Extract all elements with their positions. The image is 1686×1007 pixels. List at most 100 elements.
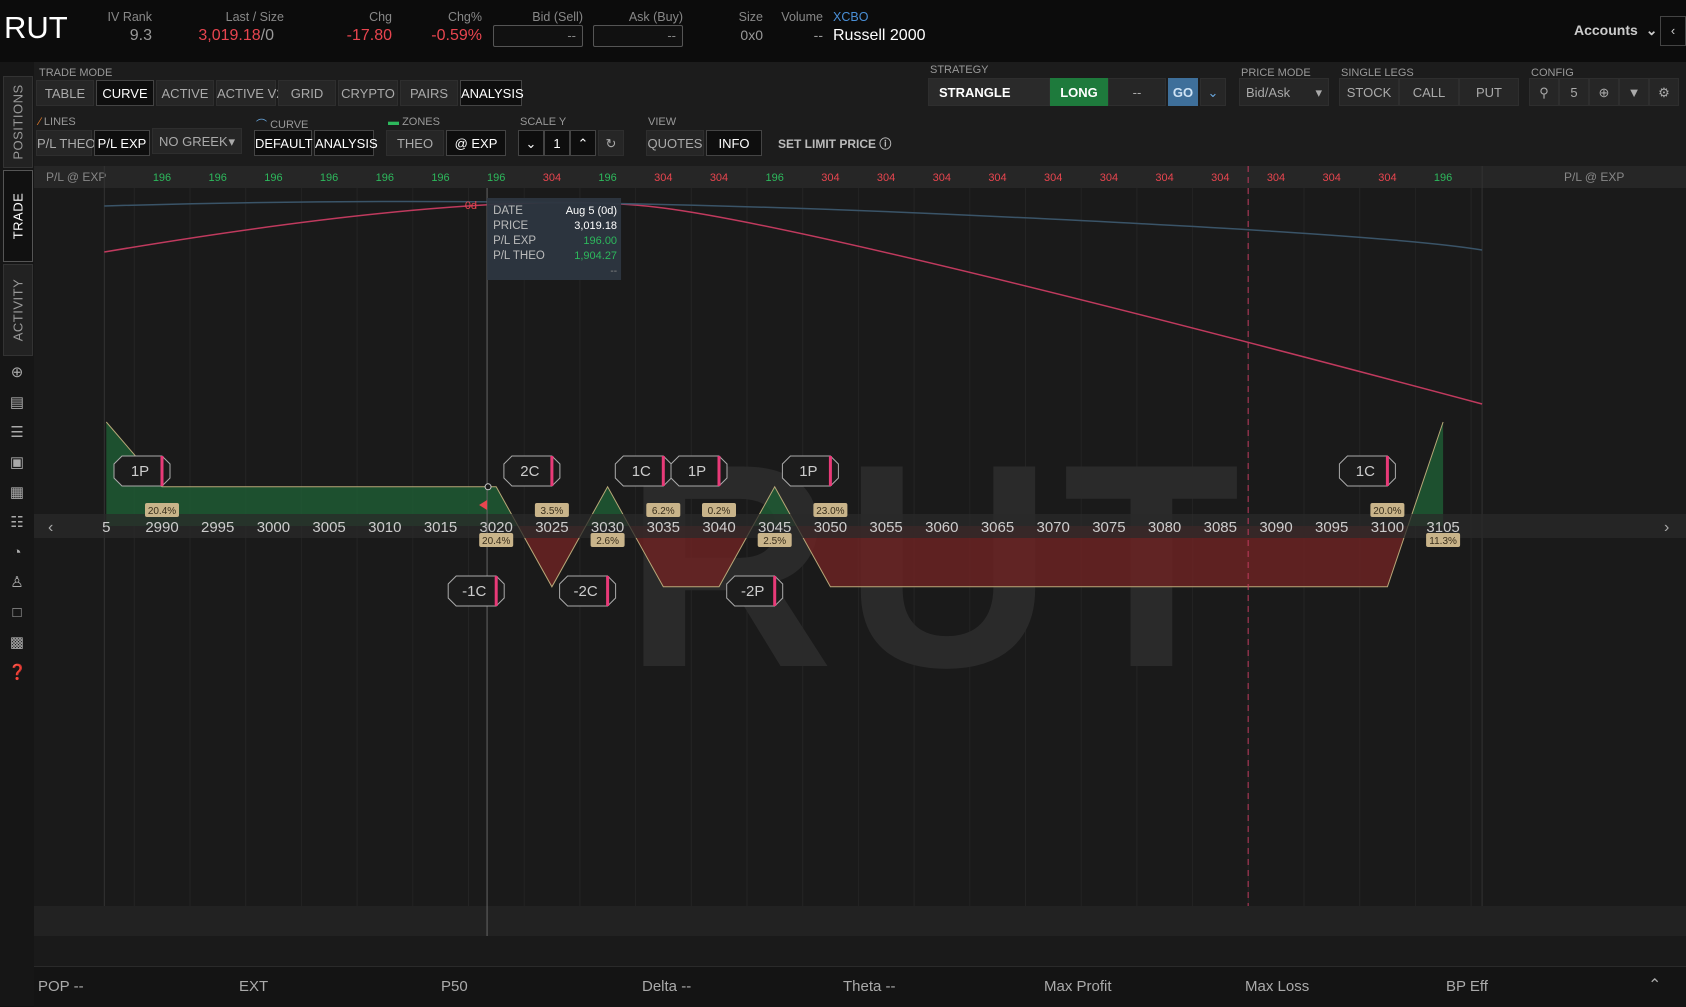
chart-canvas[interactable]: P/L @ EXPP/L @ EXPRUT1961961961961961961…	[34, 166, 1686, 966]
toolbar: TRADE MODE TABLE CURVE ACTIVE ACTIVE V2 …	[34, 62, 1686, 166]
tab-crypto[interactable]: CRYPTO	[338, 80, 398, 106]
tooltip-key: P/L THEO	[493, 250, 545, 262]
gear-icon[interactable]: ⚙	[1649, 78, 1679, 106]
view-info-button[interactable]: INFO	[706, 130, 762, 156]
pl-row-value: 304	[877, 172, 895, 184]
curve-analysis-button[interactable]: ANALYSIS	[314, 130, 378, 156]
strategy-select[interactable]: STRANGLE	[928, 78, 1050, 106]
trade-mode-label: TRADE MODE	[39, 67, 113, 79]
ask-input[interactable]: --	[593, 25, 683, 47]
pl-exp-button[interactable]: P/L EXP	[94, 130, 150, 156]
pl-curve-chart[interactable]: P/L @ EXPP/L @ EXPRUT1961961961961961961…	[34, 166, 1686, 966]
news-icon[interactable]: ▩	[8, 634, 26, 652]
people-icon[interactable]: ♙	[8, 574, 26, 592]
scale-down-icon[interactable]: ⌄	[518, 130, 544, 156]
symbol[interactable]: RUT	[4, 10, 68, 46]
gauge-icon[interactable]: ◔	[8, 544, 26, 562]
tab-active-v2[interactable]: ACTIVE V2	[216, 80, 283, 106]
probability-value: 11.3%	[1429, 536, 1457, 547]
calendar-icon[interactable]: □	[8, 604, 26, 622]
tv-icon[interactable]: ▣	[8, 454, 26, 472]
tab-curve[interactable]: CURVE	[96, 80, 154, 106]
instrument-name: Russell 2000	[833, 27, 926, 44]
pop-label: POP	[38, 978, 70, 995]
tab-grid[interactable]: GRID	[278, 80, 336, 106]
price-mode-value: Bid/Ask	[1246, 85, 1291, 100]
max-profit-label: Max Profit	[1044, 978, 1112, 995]
pl-row-value: 304	[1211, 172, 1229, 184]
stock-button[interactable]: STOCK	[1339, 78, 1399, 106]
delta-stat: Delta --	[642, 978, 691, 995]
collapse-icon[interactable]: ‹	[1660, 16, 1686, 46]
probability-value: 20.0%	[1373, 506, 1401, 517]
zoom-in-icon[interactable]: ⊕	[1589, 78, 1619, 106]
tab-activity[interactable]: ACTIVITY	[3, 264, 33, 356]
accounts-button[interactable]: Accounts ⌄	[1574, 22, 1657, 39]
last-size-value: 3,019.18/0	[170, 27, 274, 45]
accounts-label: Accounts	[1574, 22, 1638, 38]
go-button[interactable]: GO	[1168, 78, 1198, 106]
pl-row-value: 304	[654, 172, 672, 184]
ask-label: Ask (Buy)	[628, 10, 683, 24]
left-sidebar: POSITIONS TRADE ACTIVITY ⊕ ▤ ☰ ▣ ▦ ☷ ◔ ♙…	[0, 62, 35, 1006]
tab-trade[interactable]: TRADE	[3, 170, 33, 262]
caret-down-icon: ▾	[1315, 85, 1322, 100]
x-tick-label: 3095	[1315, 519, 1348, 536]
chart-icon[interactable]: ▤	[8, 394, 26, 412]
tab-positions[interactable]: POSITIONS	[3, 76, 33, 168]
zoom-out-icon[interactable]: ⚲	[1529, 78, 1559, 106]
curve-default-button[interactable]: DEFAULT	[254, 130, 313, 156]
crosshair-icon[interactable]: ⊕	[8, 364, 26, 382]
tab-active[interactable]: ACTIVE	[156, 80, 214, 106]
x-tick-label: 3035	[647, 519, 680, 536]
filter-icon[interactable]: ▼	[1619, 78, 1649, 106]
quantity-field[interactable]: --	[1108, 78, 1166, 106]
pl-theo-button[interactable]: P/L THEO	[36, 130, 96, 156]
view-label: VIEW	[648, 116, 677, 128]
price-mode-select[interactable]: Bid/Ask ▾	[1239, 78, 1329, 106]
zone-exp-button[interactable]: @ EXP	[446, 130, 506, 156]
probability-value: 23.0%	[816, 506, 844, 517]
scale-up-icon[interactable]: ⌃	[570, 130, 596, 156]
tab-table[interactable]: TABLE	[36, 80, 94, 106]
size-value: 0x0	[740, 27, 763, 43]
long-button[interactable]: LONG	[1050, 78, 1108, 106]
size-label: Size	[738, 10, 763, 24]
p50-stat: P50	[441, 978, 468, 995]
call-button[interactable]: CALL	[1399, 78, 1459, 106]
probability-value: 6.2%	[652, 506, 675, 517]
strategy-dropdown-icon[interactable]: ⌄	[1200, 78, 1226, 106]
expand-up-icon[interactable]: ⌃	[1648, 975, 1661, 995]
leg-label: 1C	[1356, 463, 1375, 480]
last-price: 3,019.18	[198, 27, 261, 44]
set-limit-price-button[interactable]: SET LIMIT PRICE ⓘ	[778, 135, 891, 152]
tab-analysis[interactable]: ANALYSIS	[460, 80, 524, 106]
zones-icon: ▬	[388, 116, 399, 128]
view-quotes-button[interactable]: QUOTES	[646, 130, 704, 156]
calendar-grid-icon[interactable]: ▦	[8, 484, 26, 502]
bid-input[interactable]: --	[493, 25, 583, 47]
tab-pairs[interactable]: PAIRS	[400, 80, 458, 106]
x-tick-label: 3075	[1092, 519, 1125, 536]
pl-row-value: 304	[543, 172, 561, 184]
pl-row-value: 304	[710, 172, 728, 184]
grid-icon[interactable]: ☷	[8, 514, 26, 532]
pl-row-label-right: P/L @ EXP	[1564, 170, 1624, 184]
pl-row-value: 304	[933, 172, 951, 184]
tooltip-value: 1,904.27	[574, 250, 617, 262]
refresh-icon[interactable]: ↻	[598, 130, 624, 156]
lines-label: LINES	[43, 116, 76, 128]
greek-select[interactable]: NO GREEK ▾	[152, 128, 242, 154]
put-button[interactable]: PUT	[1459, 78, 1519, 106]
list-icon[interactable]: ☰	[8, 424, 26, 442]
x-tick-label: 3090	[1259, 519, 1292, 536]
tooltip-value: Aug 5 (0d)	[566, 205, 617, 217]
help-icon[interactable]: ❓	[8, 664, 27, 682]
zone-theo-button[interactable]: THEO	[386, 130, 444, 156]
zoom-value[interactable]: 5	[1559, 78, 1589, 106]
x-tick-label: 3000	[257, 519, 290, 536]
volume-value: --	[813, 27, 823, 43]
scroll-band	[34, 906, 1686, 936]
scale-value[interactable]: 1	[544, 130, 570, 156]
pl-row-value: 304	[821, 172, 839, 184]
